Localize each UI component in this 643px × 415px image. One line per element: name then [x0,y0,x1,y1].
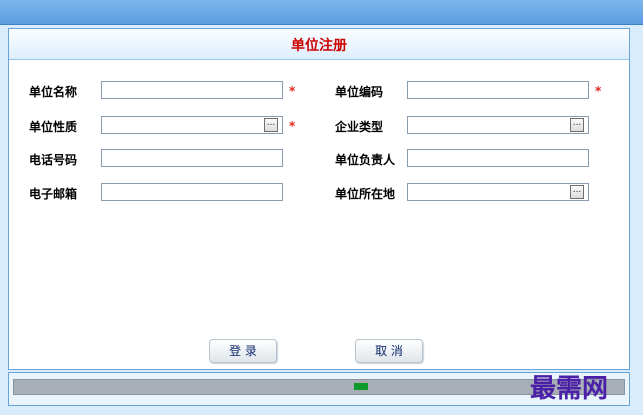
phone-input[interactable] [101,149,283,167]
email-input[interactable] [101,183,283,201]
unit-nature-required-mark: * [289,119,296,133]
unit-code-input[interactable] [407,81,589,99]
watermark-logo: 最需网 [530,374,609,404]
unit-code-label: 单位编码 [335,85,384,99]
page-title: 单位注册 [291,38,347,54]
email-label: 电子邮箱 [29,187,78,201]
unit-name-label: 单位名称 [29,85,78,99]
unit-location-label: 单位所在地 [335,187,396,201]
login-button[interactable]: 登 录 [209,339,277,363]
window-top-bar [0,0,643,25]
registration-panel: 单位注册 单位名称 * 单位编码 * 单位性质 ... * 企业类型 ... 电… [8,28,630,370]
unit-location-picker-button[interactable]: ... [570,185,584,199]
phone-label: 电话号码 [29,153,78,167]
enterprise-type-label: 企业类型 [335,120,384,134]
cancel-button[interactable]: 取 消 [355,339,423,363]
panel-title-bar: 单位注册 [9,29,629,60]
unit-nature-picker-button[interactable]: ... [264,118,278,132]
unit-location-input[interactable] [407,183,589,201]
unit-nature-input[interactable] [101,116,283,134]
enterprise-type-picker-button[interactable]: ... [570,118,584,132]
unit-leader-input[interactable] [407,149,589,167]
unit-name-required-mark: * [289,84,296,98]
progress-indicator [354,383,368,390]
unit-leader-label: 单位负责人 [335,153,396,167]
enterprise-type-input[interactable] [407,116,589,134]
unit-nature-label: 单位性质 [29,120,78,134]
unit-name-input[interactable] [101,81,283,99]
unit-code-required-mark: * [595,84,602,98]
